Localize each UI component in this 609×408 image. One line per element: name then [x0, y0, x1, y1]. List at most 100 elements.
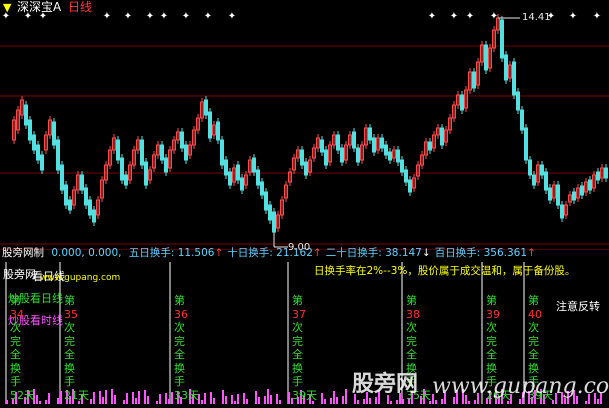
turnover-column: 第 34 次完全换手 52天	[10, 294, 35, 402]
volume-bar	[102, 397, 104, 404]
hint-text: 日换手率在2%--3%，股价属于成交温和，属于备份股。	[314, 265, 576, 277]
volume-bar	[375, 397, 377, 404]
label-di: 第	[64, 294, 75, 307]
volume-bar	[324, 399, 326, 404]
label-huan: 换	[486, 361, 497, 375]
label-huan: 换	[64, 361, 75, 375]
volume-bar	[114, 395, 116, 404]
label-ci: 次	[64, 321, 75, 334]
volume-bar	[105, 390, 107, 404]
volume-bar	[435, 400, 437, 404]
column-number: 36	[174, 307, 188, 321]
volume-bar	[225, 396, 227, 404]
column-number: 40	[528, 307, 542, 321]
volume-bar	[6, 400, 8, 404]
volume-bar	[159, 394, 161, 404]
volume-bar	[333, 391, 335, 404]
label-di: 第	[486, 294, 497, 307]
volume-bar	[363, 399, 365, 404]
label-di: 第	[292, 294, 303, 307]
volume-bar	[441, 399, 443, 404]
volume-bar	[243, 393, 245, 404]
volume-bar	[276, 394, 278, 404]
volume-bar	[402, 399, 404, 404]
volume-bar	[585, 401, 587, 404]
volume-bar	[597, 399, 599, 404]
label-di: 第	[10, 294, 21, 307]
volume-bar	[270, 395, 272, 404]
stock-chart-window: ▼ 深深宝A 日线 ✦ ✦ ✦ ✦ ✦ ✦ ✦ ✦ ✦ ✦ ✦ ✦ ✦ ✦ ✦ ✦ ✦ 14.41 9.00 股…	[0, 0, 609, 408]
volume-bar	[123, 400, 125, 404]
volume-bar	[234, 401, 236, 404]
label-shou: 手	[174, 375, 185, 388]
volume-bar	[45, 400, 47, 404]
label-wan: 完	[406, 334, 417, 348]
volume-bar	[165, 393, 167, 404]
volume-bar	[156, 401, 158, 404]
label-quan: 全	[486, 348, 497, 361]
volume-bar	[144, 390, 146, 404]
volume-bar	[126, 393, 128, 404]
volume-bar	[93, 392, 95, 404]
label-huan: 换	[528, 361, 539, 375]
volume-bar	[171, 392, 173, 404]
volume-bar	[138, 391, 140, 404]
volume-bar	[330, 398, 332, 404]
label-shou: 手	[10, 375, 21, 388]
label-di: 第	[174, 294, 185, 307]
column-days: 33天	[174, 388, 199, 402]
label-shou: 手	[292, 375, 303, 388]
volume-bar	[168, 399, 170, 404]
volume-bar	[111, 389, 113, 404]
label-ci: 次	[528, 321, 539, 334]
column-number: 38	[406, 307, 420, 321]
label-huan: 换	[174, 361, 185, 375]
volume-bar	[60, 391, 62, 404]
turnover-column: 第 36 次完全换手 33天	[174, 294, 199, 402]
volume-bar	[357, 400, 359, 404]
label-wan: 完	[528, 334, 539, 348]
label-di: 第	[528, 294, 539, 307]
volume-bar	[210, 392, 212, 404]
label-quan: 全	[528, 348, 539, 361]
volume-bar	[255, 391, 257, 404]
label-quan: 全	[292, 348, 303, 361]
volume-bar	[132, 392, 134, 404]
label-huan: 换	[292, 361, 303, 375]
label-ci: 次	[486, 321, 497, 334]
turnover-column: 第 35 次完全换手 21天	[64, 294, 89, 402]
volume-bar	[267, 389, 269, 404]
label-ci: 次	[10, 321, 21, 334]
column-number: 39	[486, 307, 500, 321]
volume-bar	[204, 393, 206, 404]
volume-bar	[288, 392, 290, 404]
turnover-column: 第 37 次完全换手 39天	[292, 294, 317, 402]
label-quan: 全	[64, 348, 75, 361]
volume-bar	[321, 393, 323, 404]
volume-bar	[237, 394, 239, 404]
label-wan: 完	[174, 334, 185, 348]
column-number: 35	[64, 307, 78, 321]
label-quan: 全	[406, 348, 417, 361]
label-ci: 次	[292, 321, 303, 334]
volume-bar	[396, 400, 398, 404]
label-quan: 全	[10, 348, 21, 361]
volume-bar	[258, 397, 260, 404]
watermark-brand: 股旁网	[352, 372, 419, 397]
column-days: 52天	[10, 388, 35, 402]
volume-bar	[147, 396, 149, 404]
volume-bar	[99, 391, 101, 404]
volume-bar	[390, 401, 392, 404]
label-wan: 完	[10, 334, 21, 348]
volume-bar	[336, 397, 338, 404]
label-quan: 全	[174, 348, 185, 361]
volume-bar	[369, 398, 371, 404]
volume-bar	[213, 398, 215, 404]
volume-bar	[222, 390, 224, 404]
volume-bar	[345, 389, 347, 404]
label-ci: 次	[174, 321, 185, 334]
volume-bar	[264, 396, 266, 404]
notice-text: 注意反转	[556, 300, 600, 313]
label-shou: 手	[64, 375, 75, 388]
volume-bar	[279, 400, 281, 404]
